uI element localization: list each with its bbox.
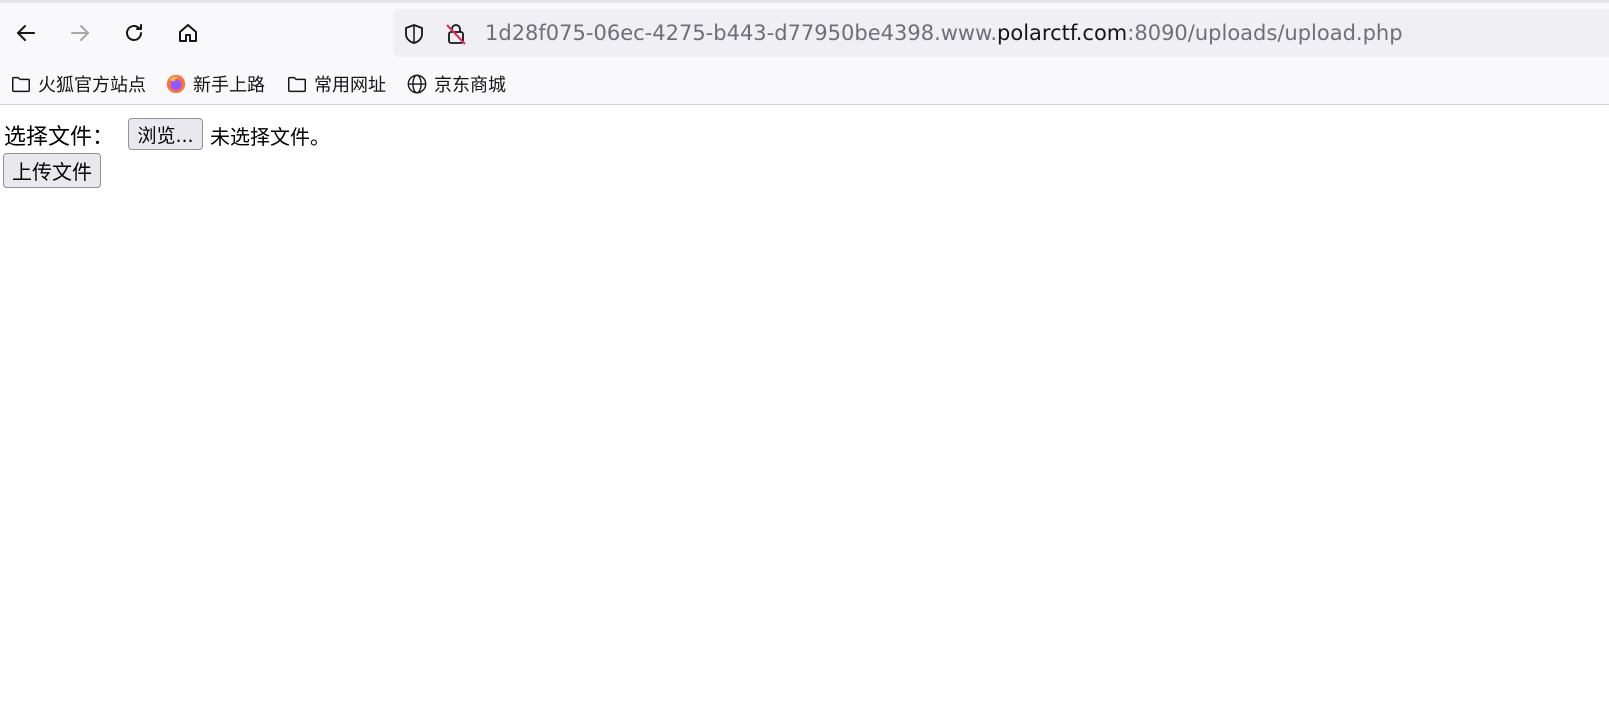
browse-button[interactable]: 浏览...: [128, 118, 203, 150]
forward-arrow-icon: [71, 25, 89, 41]
home-button[interactable]: [170, 15, 206, 51]
upload-button[interactable]: 上传文件: [3, 153, 101, 188]
back-arrow-icon: [17, 25, 35, 41]
url-prefix: 1d28f075-06ec-4275-b443-d77950be4398.www…: [485, 21, 998, 45]
url-bar[interactable]: 1d28f075-06ec-4275-b443-d77950be4398.www…: [393, 9, 1609, 57]
bookmark-firefox-official[interactable]: 火狐官方站点: [9, 70, 146, 98]
bookmark-label: 京东商城: [434, 75, 506, 96]
shield-icon: [405, 24, 423, 44]
firefox-icon: [164, 72, 188, 96]
tracking-protection-button[interactable]: [401, 21, 427, 47]
tab-strip-edge: [0, 0, 1609, 3]
home-icon: [179, 24, 197, 42]
page-content: 选择文件： 浏览... 未选择文件。 上传文件: [0, 105, 1609, 715]
site-security-button[interactable]: [443, 21, 469, 47]
url-text[interactable]: 1d28f075-06ec-4275-b443-d77950be4398.www…: [485, 9, 1403, 57]
globe-icon: [405, 72, 429, 96]
bookmark-label: 新手上路: [193, 75, 265, 96]
folder-icon: [9, 72, 33, 96]
bookmark-common-sites[interactable]: 常用网址: [285, 70, 386, 98]
back-button[interactable]: [8, 15, 44, 51]
url-domain: polarctf.com: [997, 21, 1128, 45]
folder-icon: [285, 72, 309, 96]
bookmark-label: 火狐官方站点: [38, 75, 146, 96]
bookmark-getting-started[interactable]: 新手上路: [164, 70, 265, 98]
reload-button[interactable]: [116, 15, 152, 51]
reload-icon: [126, 24, 142, 41]
file-label: 选择文件：: [4, 125, 115, 150]
forward-button[interactable]: [62, 15, 98, 51]
url-suffix: :8090/uploads/upload.php: [1127, 21, 1403, 45]
bookmark-label: 常用网址: [314, 75, 386, 96]
insecure-lock-icon: [446, 24, 466, 45]
bookmarks-toolbar: 火狐官方站点 新手上路 常用网址 京东商城: [0, 66, 1609, 102]
no-file-selected-text: 未选择文件。: [210, 125, 330, 149]
browser-chrome: 1d28f075-06ec-4275-b443-d77950be4398.www…: [0, 0, 1609, 105]
bookmark-jd-mall[interactable]: 京东商城: [405, 70, 506, 98]
